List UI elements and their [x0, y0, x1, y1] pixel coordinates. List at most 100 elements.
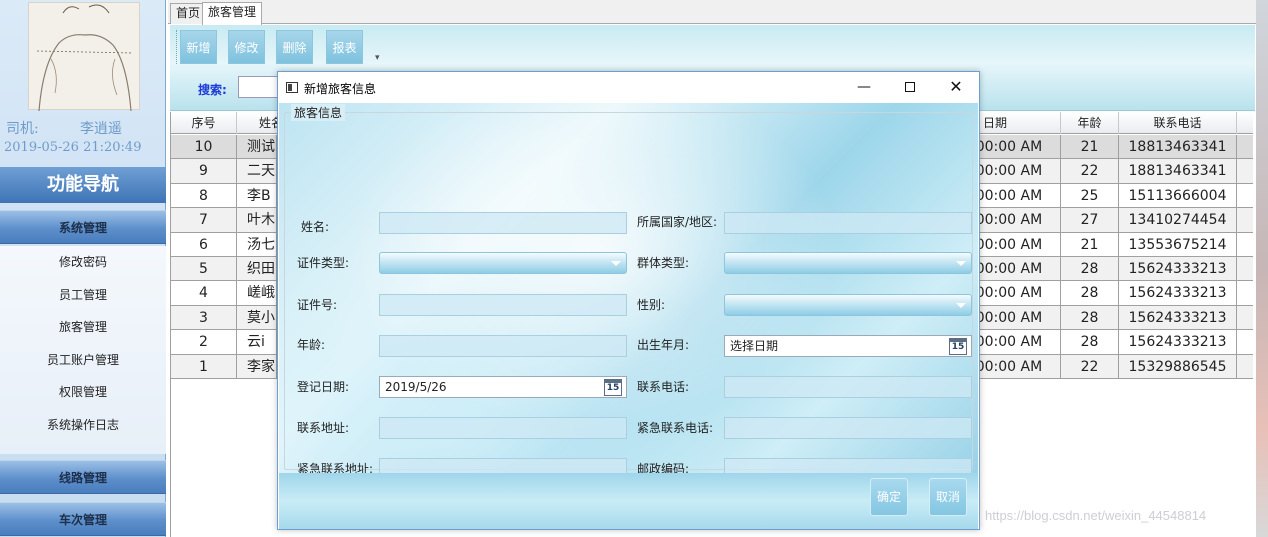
cell-name: 织田 [237, 257, 277, 281]
tab-bar: 首页 旅客管理 [168, 0, 1256, 25]
cell-age: 27 [1061, 208, 1119, 233]
cell-age: 28 [1061, 281, 1119, 306]
nav-title: 功能导航 [0, 167, 166, 203]
nav-item-change-password[interactable]: 修改密码 [0, 246, 166, 279]
name-label: 姓名: [301, 220, 330, 234]
toolbar-grip-handle[interactable] [176, 30, 179, 64]
cell-name: 云i [237, 330, 277, 355]
nav-group-system[interactable]: 系统管理 [0, 210, 166, 244]
column-header-phone[interactable]: 联系电话 [1119, 112, 1237, 134]
chevron-down-icon [956, 261, 966, 266]
cell-seq: 5 [171, 257, 237, 281]
emergency-phone-input[interactable] [724, 417, 972, 439]
column-header-date[interactable]: 日期 [971, 112, 1061, 134]
reg-date-value: 2019/5/26 [385, 380, 447, 394]
driver-name: 李逍遥 [80, 121, 122, 137]
address-input[interactable] [379, 417, 627, 439]
cell-seq: 2 [171, 330, 237, 355]
cell-age: 28 [1061, 257, 1119, 281]
group-title: 旅客信息 [291, 104, 346, 121]
id-number-input[interactable] [379, 294, 627, 316]
column-header-age[interactable]: 年龄 [1061, 112, 1119, 134]
cell-date: :00:00 AM [971, 330, 1061, 355]
cell-phone: 15624333213 [1119, 257, 1237, 281]
cell-date: :00:00 AM [971, 183, 1061, 208]
delete-button[interactable]: 删除 [276, 30, 313, 64]
cell-phone: 18813463341 [1119, 135, 1237, 159]
edit-button[interactable]: 修改 [228, 30, 265, 64]
nav-item-staff-account[interactable]: 员工账户管理 [0, 344, 166, 377]
confirm-button[interactable]: 确定 [870, 478, 908, 516]
add-passenger-dialog: 新增旅客信息 — ✕ 旅客信息 姓名: 所属国家/地区: 证件类型: 群体类型:… [277, 71, 980, 530]
reg-date-label: 登记日期: [297, 380, 350, 394]
cell-date: :00:00 AM [971, 257, 1061, 281]
cell-phone: 15624333213 [1119, 305, 1237, 330]
nav-item-operation-log[interactable]: 系统操作日志 [0, 409, 166, 442]
cell-phone: 13553675214 [1119, 232, 1237, 257]
cell-name: 叶木 [237, 208, 277, 233]
country-input[interactable] [724, 212, 972, 234]
add-button[interactable]: 新增 [180, 30, 217, 64]
nav-system-submenu: 修改密码 员工管理 旅客管理 员工账户管理 权限管理 系统操作日志 [0, 246, 166, 454]
calendar-icon[interactable]: 15 [604, 379, 622, 396]
cell-name: 二天之i [237, 159, 277, 184]
cell-seq: 7 [171, 208, 237, 233]
dialog-body: 旅客信息 姓名: 所属国家/地区: 证件类型: 群体类型: 证件号: 性别: 年… [279, 103, 978, 529]
dialog-title: 新增旅客信息 [304, 82, 377, 96]
window-icon [286, 82, 298, 93]
cell-name: 测试( [237, 135, 277, 159]
close-icon[interactable]: ✕ [946, 78, 966, 96]
search-input[interactable] [238, 76, 278, 98]
calendar-icon[interactable]: 15 [949, 338, 967, 355]
cell-phone: 13410274454 [1119, 208, 1237, 233]
column-header-seq[interactable]: 序号 [171, 112, 237, 134]
birth-date-placeholder: 选择日期 [730, 339, 779, 353]
gender-label: 性别: [637, 298, 666, 312]
tab-passenger-management[interactable]: 旅客管理 [202, 2, 263, 25]
cell-name: 嵯峨i [237, 281, 277, 306]
nav-item-passenger[interactable]: 旅客管理 [0, 311, 166, 344]
phone-input[interactable] [724, 376, 972, 398]
phone-label: 联系电话: [637, 380, 690, 394]
report-button[interactable]: 报表 [326, 30, 363, 64]
birth-date-picker[interactable]: 选择日期 15 [724, 335, 972, 357]
cancel-button[interactable]: 取消 [929, 478, 967, 516]
cell-seq: 4 [171, 281, 237, 306]
age-label: 年龄: [297, 338, 326, 352]
age-input[interactable] [379, 335, 627, 357]
cell-name: 汤七 [237, 232, 277, 257]
cell-seq: 1 [171, 354, 237, 379]
nav-group-train[interactable]: 车次管理 [0, 502, 166, 536]
cell-seq: 6 [171, 232, 237, 257]
toolbar-overflow-icon[interactable]: ▾ [375, 53, 380, 63]
reg-date-picker[interactable]: 2019/5/26 15 [379, 376, 627, 398]
driver-label: 司机: [6, 121, 39, 137]
cell-name: 李B [237, 183, 277, 208]
gender-select[interactable] [724, 294, 972, 316]
cell-date: :00:00 AM [971, 208, 1061, 233]
cell-seq: 3 [171, 305, 237, 330]
nav-item-staff[interactable]: 员工管理 [0, 279, 166, 312]
country-label: 所属国家/地区: [637, 215, 718, 229]
nav-group-route[interactable]: 线路管理 [0, 460, 166, 494]
cell-seq: 9 [171, 159, 237, 184]
tab-home[interactable]: 首页 [170, 3, 207, 24]
name-input[interactable] [379, 212, 627, 234]
cell-phone: 15329886545 [1119, 354, 1237, 379]
avatar-sketch-image [36, 4, 134, 112]
cell-age: 28 [1061, 305, 1119, 330]
background-image-strip [1256, 0, 1268, 537]
cell-seq: 10 [171, 135, 237, 159]
dialog-titlebar[interactable]: 新增旅客信息 — ✕ [278, 72, 979, 103]
maximize-icon[interactable] [900, 78, 920, 96]
cell-age: 28 [1061, 330, 1119, 355]
cell-date: :00:00 AM [971, 159, 1061, 184]
chevron-down-icon [956, 303, 966, 308]
group-type-select[interactable] [724, 252, 972, 274]
minimize-icon[interactable]: — [854, 78, 874, 96]
nav-item-permission[interactable]: 权限管理 [0, 376, 166, 409]
cell-age: 22 [1061, 159, 1119, 184]
group-type-label: 群体类型: [637, 256, 690, 270]
id-type-select[interactable] [379, 252, 627, 274]
cell-phone: 15624333213 [1119, 281, 1237, 306]
